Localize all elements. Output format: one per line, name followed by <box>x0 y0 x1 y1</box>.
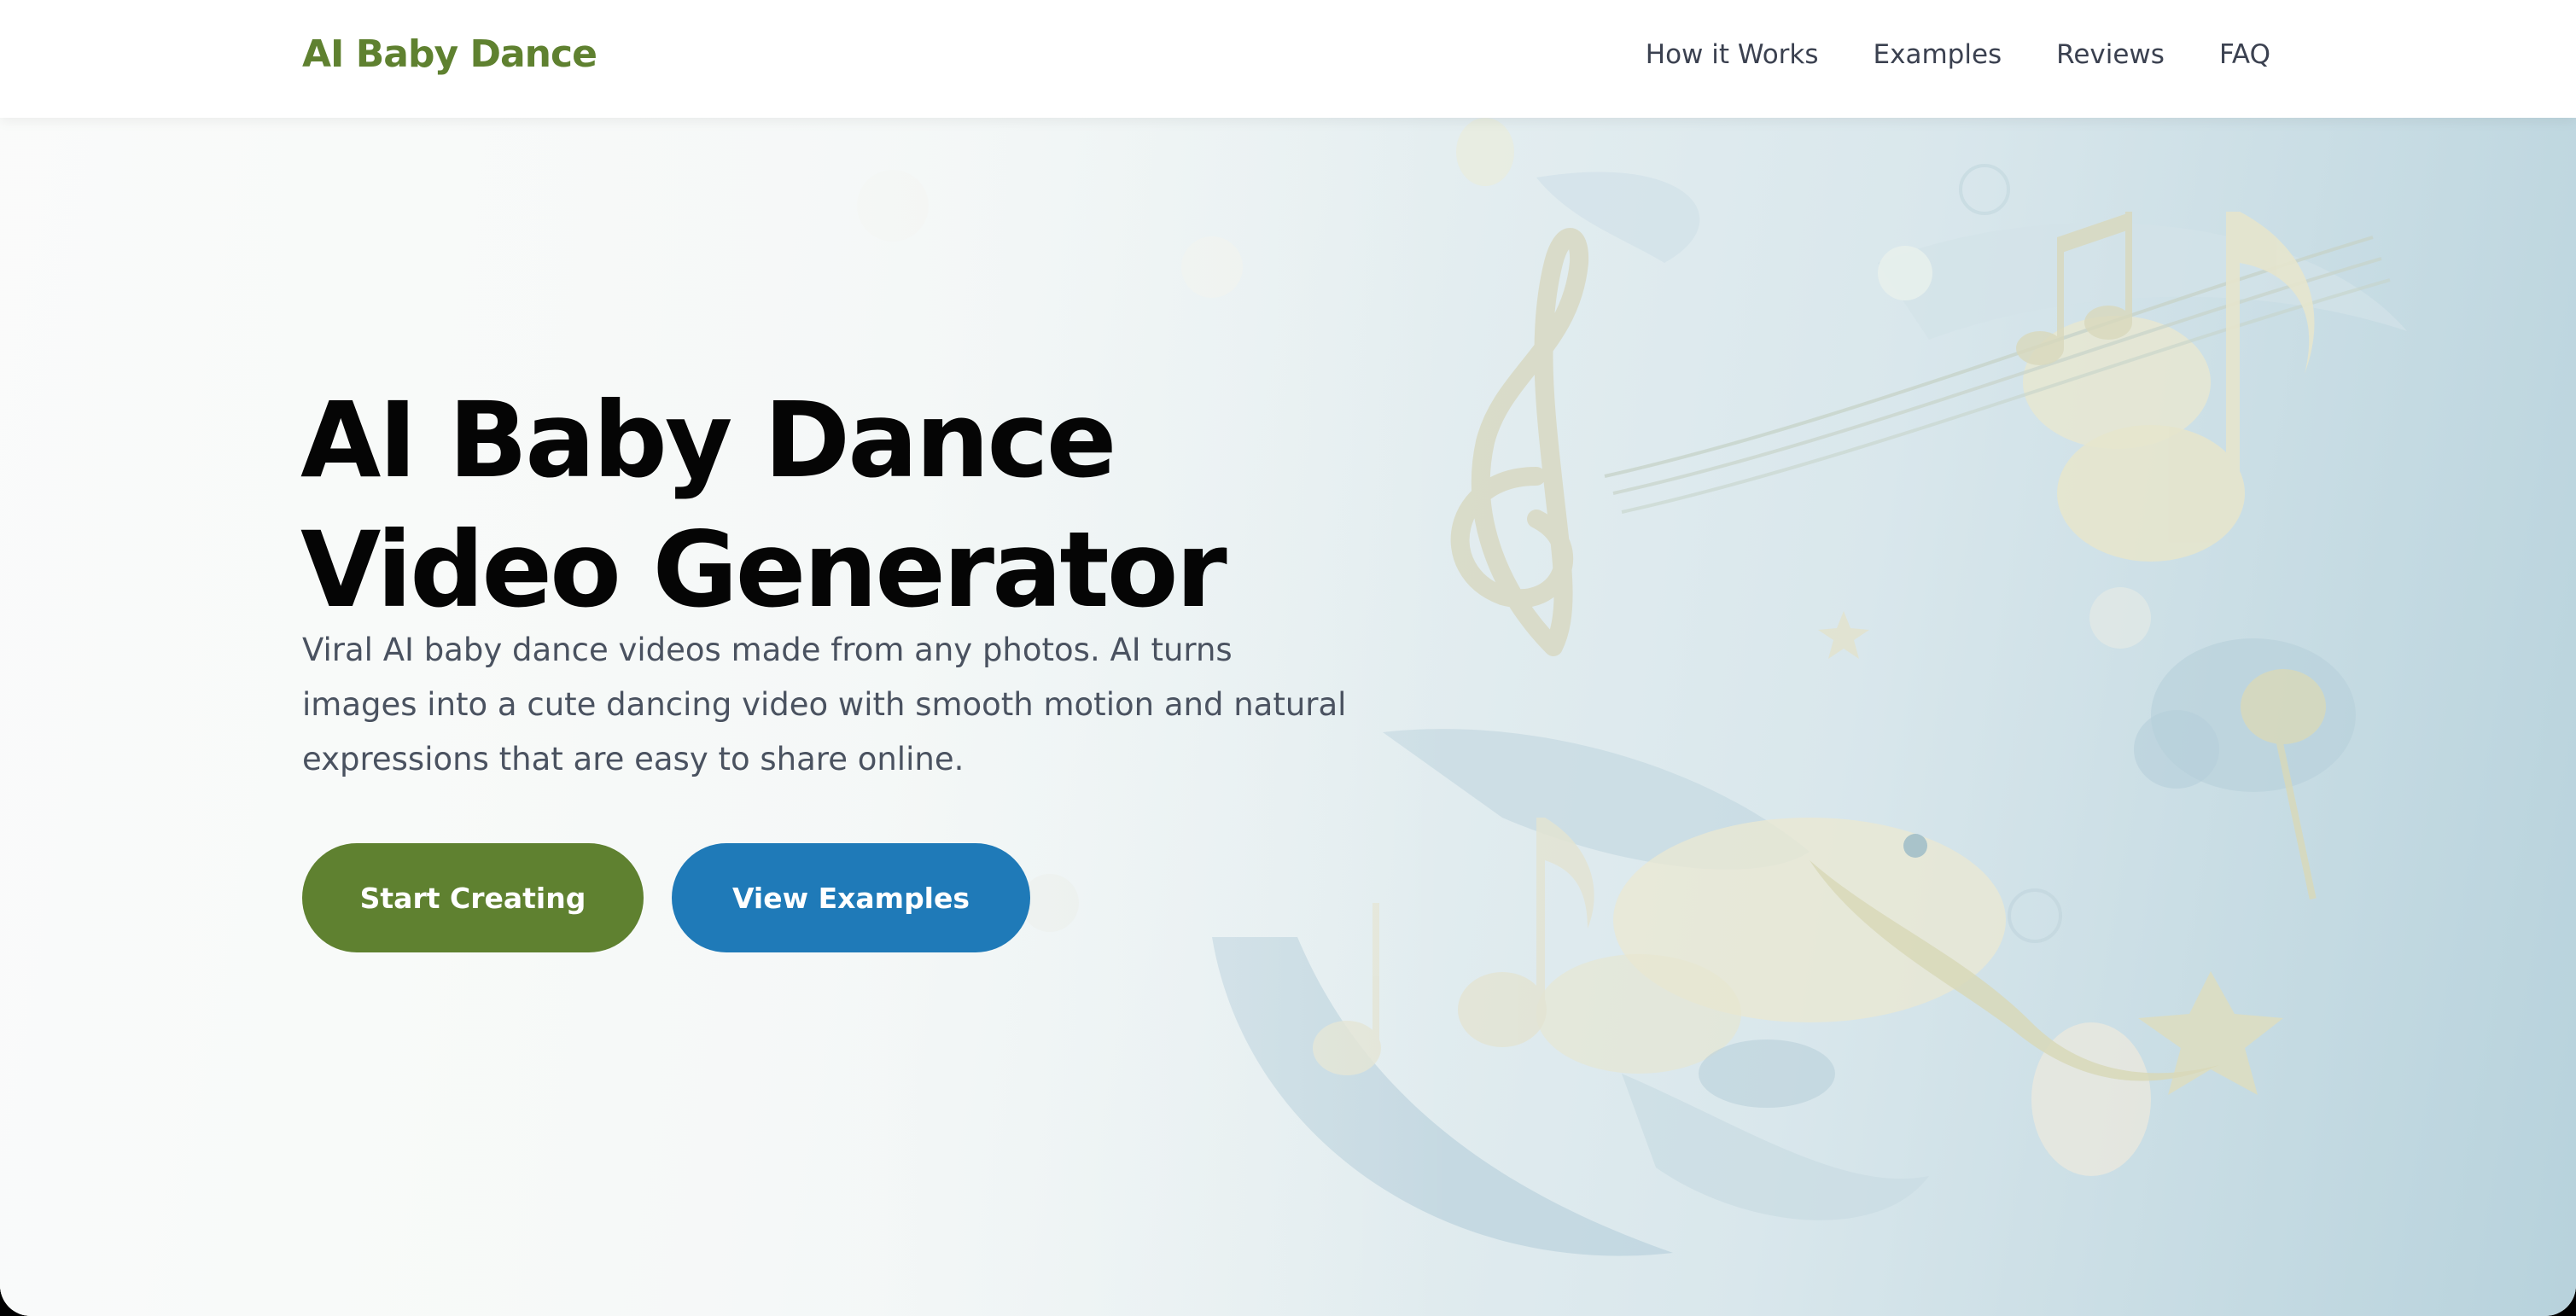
hero-section: AI Baby Dance Video Generator Viral AI b… <box>0 118 2576 1316</box>
star-icon <box>1818 611 1869 659</box>
site-header: AI Baby Dance How it Works Examples Revi… <box>0 0 2576 118</box>
bubble-icon <box>1903 834 1927 858</box>
page: AI Baby Dance How it Works Examples Revi… <box>0 0 2576 1316</box>
nav-link-reviews[interactable]: Reviews <box>2056 39 2165 70</box>
bubble-icon <box>2089 587 2151 649</box>
bubble-icon <box>2008 888 2062 943</box>
nav-link-how-it-works[interactable]: How it Works <box>1646 39 1819 70</box>
nav-link-examples[interactable]: Examples <box>1874 39 2002 70</box>
view-examples-button[interactable]: View Examples <box>672 843 1030 952</box>
blob-shape <box>1699 1039 1835 1108</box>
bubble-icon <box>1959 164 2010 215</box>
start-creating-button[interactable]: Start Creating <box>302 843 644 952</box>
main-nav: How it Works Examples Reviews FAQ <box>1646 39 2270 70</box>
nav-link-faq[interactable]: FAQ <box>2219 39 2270 70</box>
blob-shape <box>1456 118 1514 186</box>
site-logo[interactable]: AI Baby Dance <box>302 32 597 76</box>
treble-clef-icon <box>1450 228 1589 656</box>
bubble-icon <box>1878 246 1932 300</box>
blob-shape <box>2134 710 2219 789</box>
hero-title: AI Baby Dance Video Generator <box>300 380 1227 631</box>
hero-subtitle: Viral AI baby dance videos made from any… <box>302 632 1347 777</box>
